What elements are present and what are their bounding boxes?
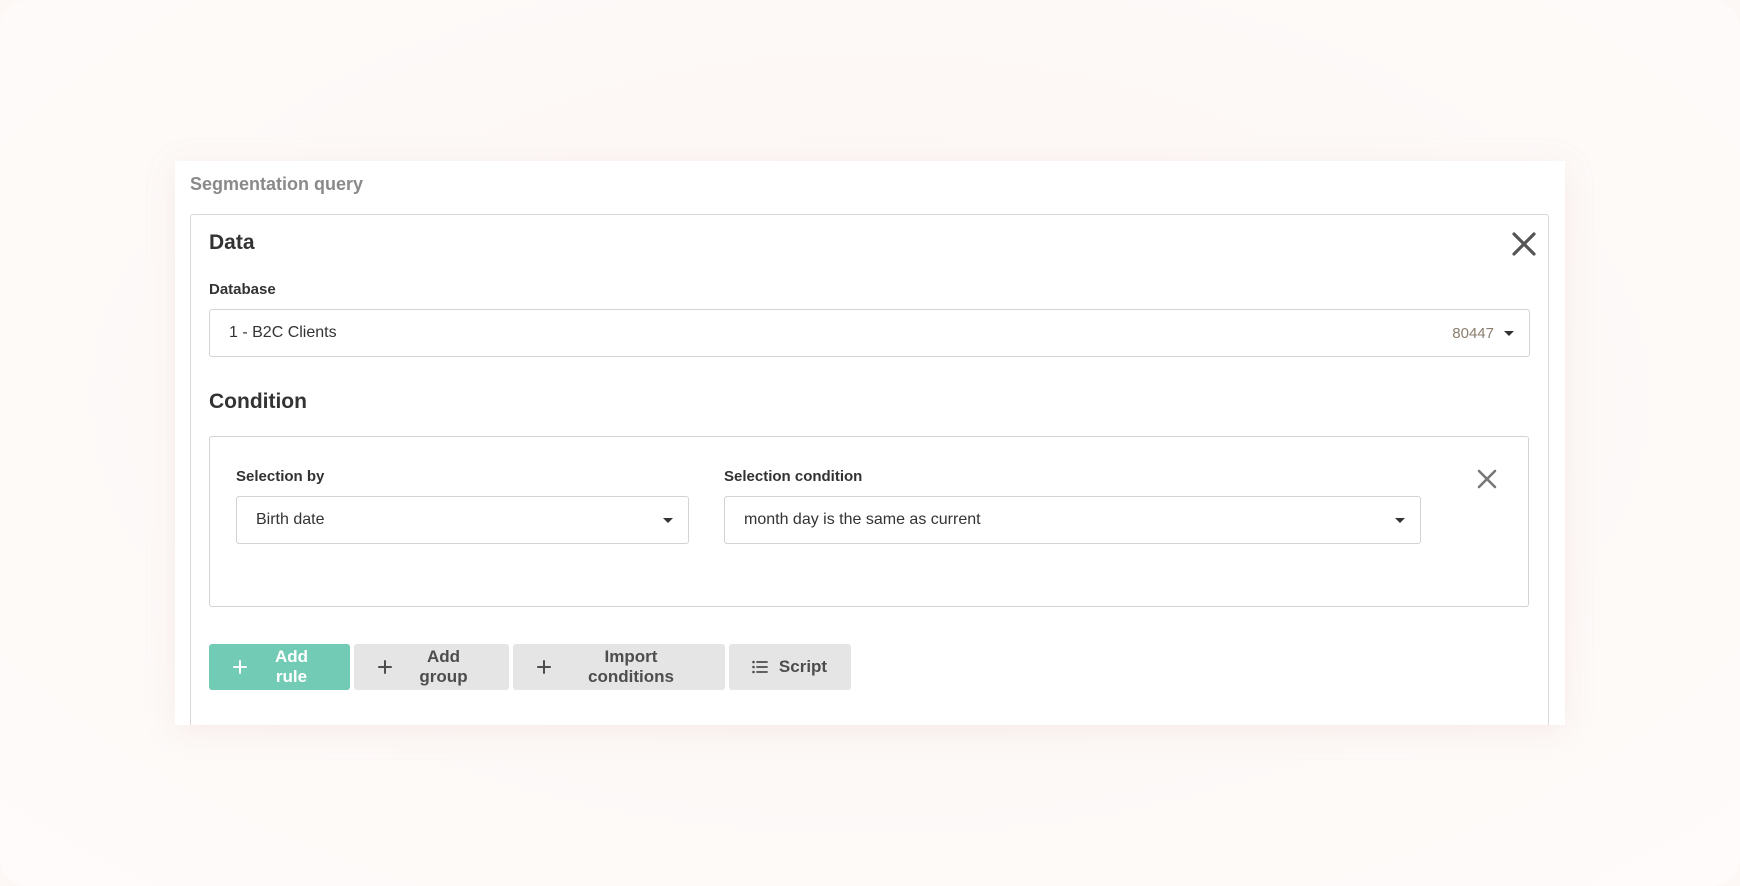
selection-by-label: Selection by (236, 468, 325, 485)
condition-actions: Add rule Add group Import conditions Scr… (209, 644, 851, 690)
database-value: 1 - B2C Clients (229, 324, 337, 341)
chevron-down-icon (1395, 517, 1405, 523)
condition-rule: Selection by Birth date Selection condit… (209, 436, 1529, 607)
segmentation-query-panel: Segmentation query Data Database 1 - B2C… (175, 161, 1565, 725)
add-group-button[interactable]: Add group (354, 644, 509, 690)
data-card-title: Data (209, 231, 255, 254)
close-icon[interactable] (1509, 229, 1539, 259)
selection-condition-value: month day is the same as current (744, 511, 981, 528)
add-rule-button[interactable]: Add rule (209, 644, 350, 690)
chevron-down-icon (1504, 330, 1514, 336)
selection-by-select[interactable]: Birth date (236, 496, 689, 544)
plus-icon (233, 660, 247, 674)
selection-condition-select[interactable]: month day is the same as current (724, 496, 1421, 544)
import-conditions-button[interactable]: Import conditions (513, 644, 725, 690)
panel-title: Segmentation query (190, 174, 364, 194)
chevron-down-icon (663, 517, 673, 523)
script-label: Script (778, 657, 828, 676)
condition-title: Condition (209, 390, 307, 413)
add-group-label: Add group (419, 647, 468, 686)
selection-by-value: Birth date (256, 511, 325, 528)
database-label: Database (209, 281, 276, 298)
selection-condition-label: Selection condition (724, 468, 863, 485)
plus-icon (537, 660, 551, 674)
database-select[interactable]: 1 - B2C Clients 80447 (209, 309, 1530, 357)
import-conditions-label: Import conditions (588, 647, 674, 686)
list-icon (752, 660, 768, 674)
plus-icon (378, 660, 392, 674)
script-button[interactable]: Script (729, 644, 851, 690)
remove-rule-icon[interactable] (1475, 467, 1499, 491)
page-background: Segmentation query Data Database 1 - B2C… (0, 0, 1740, 886)
data-card: Data Database 1 - B2C Clients 80447 Cond… (190, 214, 1549, 725)
add-rule-label: Add rule (274, 647, 309, 686)
record-count: 80447 (1452, 324, 1494, 342)
